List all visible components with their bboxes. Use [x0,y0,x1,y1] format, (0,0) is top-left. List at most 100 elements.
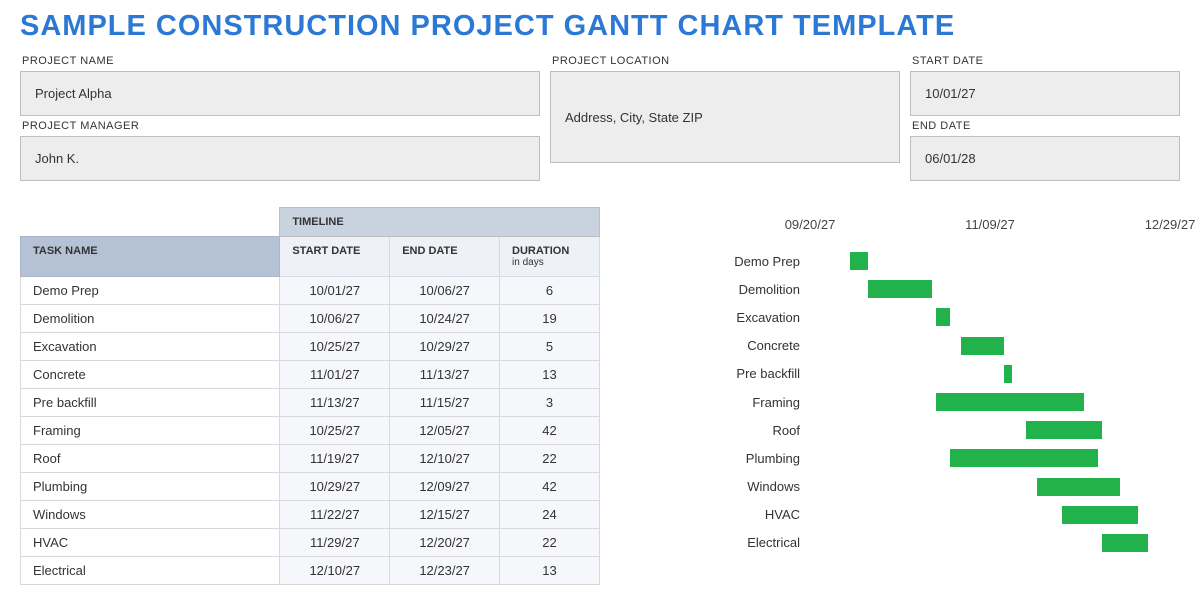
gantt-bar [950,449,1098,467]
start-cell[interactable]: 11/29/27 [280,529,390,557]
table-row: Electrical12/10/2712/23/2713 [21,557,600,585]
gantt-chart: 09/20/2711/09/2712/29/27 Demo PrepDemoli… [600,207,1181,585]
gantt-track [810,278,1181,300]
start-cell[interactable]: 10/01/27 [280,277,390,305]
gantt-track [810,391,1181,413]
gantt-label: Demolition [650,282,810,297]
duration-cell[interactable]: 42 [500,473,600,501]
gantt-row: Roof [650,416,1181,444]
task-cell[interactable]: Framing [21,417,280,445]
gantt-bar [1062,506,1138,524]
end-cell[interactable]: 12/05/27 [390,417,500,445]
start-cell[interactable]: 10/29/27 [280,473,390,501]
task-cell[interactable]: Excavation [21,333,280,361]
task-cell[interactable]: Windows [21,501,280,529]
page-title: SAMPLE CONSTRUCTION PROJECT GANTT CHART … [20,10,1181,43]
task-cell[interactable]: HVAC [21,529,280,557]
table-row: Roof11/19/2712/10/2722 [21,445,600,473]
end-cell[interactable]: 11/15/27 [390,389,500,417]
duration-cell[interactable]: 22 [500,445,600,473]
task-cell[interactable]: Demo Prep [21,277,280,305]
gantt-bar [850,252,868,270]
table-row: Pre backfill11/13/2711/15/273 [21,389,600,417]
gantt-bar [1102,534,1149,552]
gantt-label: Framing [650,395,810,410]
end-date-field[interactable]: 06/01/28 [910,136,1180,181]
table-row: Concrete11/01/2711/13/2713 [21,361,600,389]
end-cell[interactable]: 10/06/27 [390,277,500,305]
table-row: Excavation10/25/2710/29/275 [21,333,600,361]
timeline-header: TIMELINE [280,208,600,237]
duration-cell[interactable]: 13 [500,361,600,389]
end-cell[interactable]: 11/13/27 [390,361,500,389]
end-date-label: END DATE [910,116,1180,136]
end-cell[interactable]: 10/24/27 [390,305,500,333]
gantt-bar [868,280,933,298]
duration-cell[interactable]: 3 [500,389,600,417]
task-cell[interactable]: Demolition [21,305,280,333]
gantt-bar [936,393,1084,411]
gantt-row: HVAC [650,501,1181,529]
end-cell[interactable]: 12/23/27 [390,557,500,585]
table-row: Demolition10/06/2710/24/2719 [21,305,600,333]
end-cell[interactable]: 12/10/27 [390,445,500,473]
gantt-label: Roof [650,423,810,438]
start-cell[interactable]: 10/06/27 [280,305,390,333]
duration-cell[interactable]: 24 [500,501,600,529]
gantt-row: Windows [650,473,1181,501]
start-cell[interactable]: 10/25/27 [280,417,390,445]
project-manager-field[interactable]: John K. [20,136,540,181]
task-cell[interactable]: Concrete [21,361,280,389]
duration-cell[interactable]: 22 [500,529,600,557]
gantt-bar [1004,365,1011,383]
task-cell[interactable]: Roof [21,445,280,473]
col-start-date: START DATE [280,237,390,277]
task-cell[interactable]: Electrical [21,557,280,585]
duration-cell[interactable]: 6 [500,277,600,305]
end-cell[interactable]: 12/09/27 [390,473,500,501]
project-name-label: PROJECT NAME [20,51,540,71]
gantt-label: Excavation [650,310,810,325]
project-name-field[interactable]: Project Alpha [20,71,540,116]
start-cell[interactable]: 10/25/27 [280,333,390,361]
table-row: Windows11/22/2712/15/2724 [21,501,600,529]
end-cell[interactable]: 12/20/27 [390,529,500,557]
gantt-row: Electrical [650,529,1181,557]
gantt-bar [1026,421,1102,439]
start-cell[interactable]: 11/22/27 [280,501,390,529]
gantt-label: HVAC [650,507,810,522]
start-cell[interactable]: 11/19/27 [280,445,390,473]
end-cell[interactable]: 12/15/27 [390,501,500,529]
end-cell[interactable]: 10/29/27 [390,333,500,361]
gantt-label: Demo Prep [650,254,810,269]
start-cell[interactable]: 12/10/27 [280,557,390,585]
gantt-row: Demo Prep [650,247,1181,275]
duration-cell[interactable]: 5 [500,333,600,361]
task-cell[interactable]: Plumbing [21,473,280,501]
gantt-track [810,250,1181,272]
axis-tick: 09/20/27 [785,217,836,232]
duration-cell[interactable]: 42 [500,417,600,445]
start-date-field[interactable]: 10/01/27 [910,71,1180,116]
duration-cell[interactable]: 13 [500,557,600,585]
gantt-track [810,306,1181,328]
task-table: TIMELINE TASK NAME START DATE END DATE D… [20,207,600,585]
gantt-row: Demolition [650,275,1181,303]
gantt-row: Pre backfill [650,360,1181,388]
meta-grid: PROJECT NAME Project Alpha PROJECT MANAG… [20,51,1181,181]
project-location-field[interactable]: Address, City, State ZIP [550,71,900,163]
gantt-label: Plumbing [650,451,810,466]
duration-cell[interactable]: 19 [500,305,600,333]
project-manager-label: PROJECT MANAGER [20,116,540,136]
task-cell[interactable]: Pre backfill [21,389,280,417]
table-row: HVAC11/29/2712/20/2722 [21,529,600,557]
table-row: Demo Prep10/01/2710/06/276 [21,277,600,305]
gantt-row: Excavation [650,303,1181,331]
gantt-label: Electrical [650,535,810,550]
gantt-label: Concrete [650,338,810,353]
gantt-label: Pre backfill [650,366,810,381]
project-location-label: PROJECT LOCATION [550,51,900,71]
start-cell[interactable]: 11/13/27 [280,389,390,417]
col-end-date: END DATE [390,237,500,277]
start-cell[interactable]: 11/01/27 [280,361,390,389]
